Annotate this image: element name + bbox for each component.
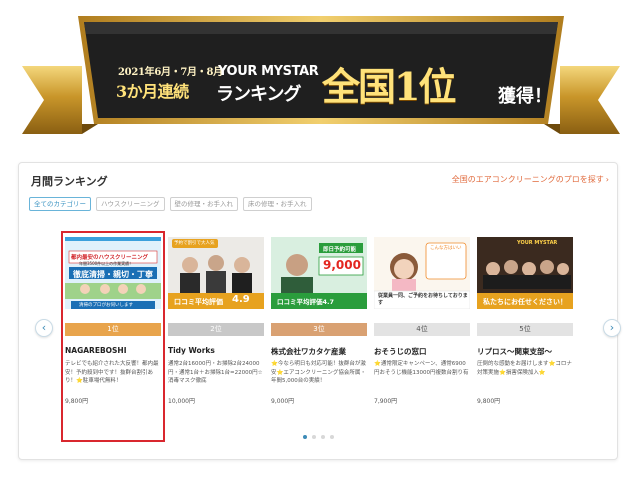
monthly-ranking-panel: 月間ランキング 全国のエアコンクリーニングのプロを探す › 全てのカテゴリー ハウ… xyxy=(18,162,621,460)
pagination-dot[interactable] xyxy=(312,435,316,439)
category-filters: 全てのカテゴリー ハウスクリーニング 壁の修理・お手入れ 床の修理・お手入れ xyxy=(29,197,312,211)
page: 2021年6月・7月・8月 3か月連続 YOUR MYSTAR ランキング 全国… xyxy=(0,0,640,480)
provider-name[interactable]: リプロス～関東支部～ xyxy=(477,346,577,357)
rank-label: 3位 xyxy=(271,323,367,336)
thumb-caption: YOUR MYSTAR xyxy=(517,240,558,246)
thumb-rating: 4.9 xyxy=(232,294,250,305)
provider-price: 10,000円 xyxy=(168,398,195,405)
pagination-dot[interactable] xyxy=(303,435,307,439)
campaign-period: 2021年6月・7月・8月 xyxy=(118,67,223,78)
provider-price: 9,000円 xyxy=(271,398,295,405)
thumb-caption: 口コミ平均評価 xyxy=(174,298,223,306)
provider-description: ⭐通常限定キャンペーン、通常6900円おそうじ機能13000円複数台割り有 xyxy=(374,361,469,376)
filter-house-cleaning[interactable]: ハウスクリーニング xyxy=(96,197,165,211)
brand-name: YOUR MYSTAR xyxy=(218,64,319,79)
ranking-word: ランキング xyxy=(216,84,301,105)
filter-all-categories[interactable]: 全てのカテゴリー xyxy=(29,197,91,211)
acquired-text: 獲得！ xyxy=(498,86,552,107)
thumb-caption: こんな方はいい xyxy=(430,246,462,251)
thumb-caption: 予約で割引で大人気 xyxy=(174,241,215,246)
first-place-highlight xyxy=(61,231,165,442)
carousel-next-button[interactable]: › xyxy=(603,319,621,337)
card-thumbnail: 予約で割引で大人気 口コミ平均評価 4.9 xyxy=(168,237,264,309)
chevron-left-icon: ‹ xyxy=(41,321,47,334)
provider-price: 9,800円 xyxy=(477,398,501,405)
chevron-right-icon: › xyxy=(605,175,609,184)
provider-description: 通常2台16000円・お掃除2台24000円・通常1台＋お掃除1台=22000円… xyxy=(168,361,263,384)
first-place-text: 全国1位 xyxy=(322,64,456,109)
find-pros-link[interactable]: 全国のエアコンクリーニングのプロを探す › xyxy=(452,174,609,185)
thumb-caption: 私たちにお任せください！ xyxy=(483,298,567,306)
thumb-caption: 従業員一同、ご予約をお待ちしております xyxy=(378,293,468,306)
thumb-caption: 即日予約可能 xyxy=(323,247,357,253)
carousel-pagination xyxy=(303,435,334,439)
rank-label: 2位 xyxy=(168,323,264,336)
provider-description: 圧倒的な感動をお届けします⭐コロナ対策実施⭐損害保険加入⭐ xyxy=(477,361,572,376)
chevron-right-icon: › xyxy=(609,321,615,334)
thumb-caption: 口コミ平均評価4.7 xyxy=(277,298,335,306)
carousel-prev-button[interactable]: ‹ xyxy=(35,319,53,337)
panel-title: 月間ランキング xyxy=(31,175,108,188)
filter-floor-repair[interactable]: 床の修理・お手入れ xyxy=(243,197,312,211)
pagination-dot[interactable] xyxy=(321,435,325,439)
provider-name[interactable]: 株式会社ワカタケ産業 xyxy=(271,346,371,357)
consecutive-months: 3か月連続 xyxy=(116,82,189,101)
provider-name[interactable]: Tidy Works xyxy=(168,346,268,355)
find-pros-link-label: 全国のエアコンクリーニングのプロを探す xyxy=(451,175,604,184)
card-thumbnail: こんな方はいい 従業員一同、ご予約をお待ちしております xyxy=(374,237,470,309)
card-thumbnail: YOUR MYSTAR 私たちにお任せください！ xyxy=(477,237,573,309)
rank-label: 5位 xyxy=(477,323,573,336)
award-banner: 2021年6月・7月・8月 3か月連続 YOUR MYSTAR ランキング 全国… xyxy=(22,6,620,144)
provider-price: 7,900円 xyxy=(374,398,398,405)
provider-name[interactable]: おそうじの窓口 xyxy=(374,346,474,357)
thumb-price: 9,000 xyxy=(323,258,361,272)
card-thumbnail: 即日予約可能 9,000 口コミ平均評価4.7 xyxy=(271,237,367,309)
rank-label: 4位 xyxy=(374,323,470,336)
filter-wall-repair[interactable]: 壁の修理・お手入れ xyxy=(169,197,238,211)
pagination-dot[interactable] xyxy=(330,435,334,439)
provider-description: ⭐今なら明日も対応可能！抜群台が激安⭐エアコンクリーニング協会所属・年間5,00… xyxy=(271,361,366,384)
